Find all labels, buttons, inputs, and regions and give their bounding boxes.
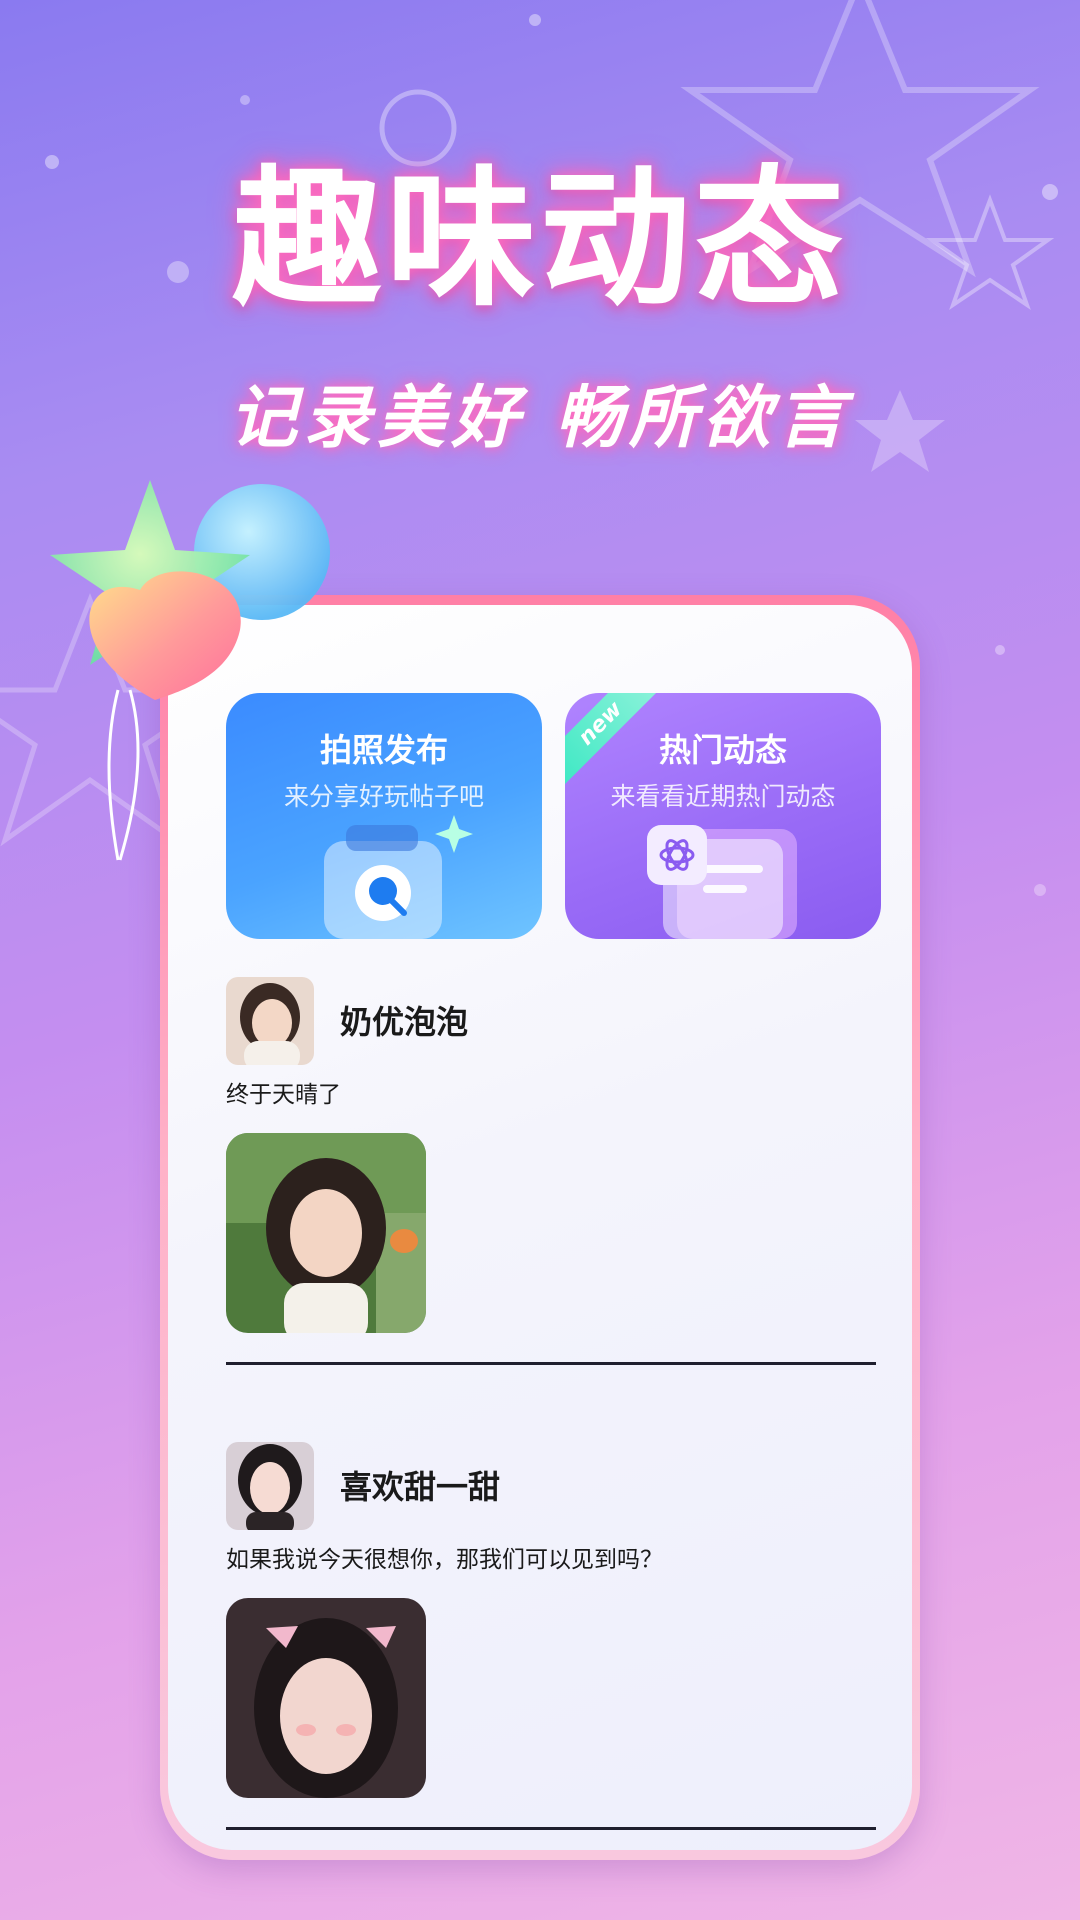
hero-title: 趣味动态 bbox=[231, 153, 848, 327]
post-username[interactable]: 喜欢甜一甜 bbox=[340, 1462, 500, 1508]
balloons-decor bbox=[50, 480, 330, 861]
hot-feed-card[interactable]: new 热门动态 来看看近期热门动态 bbox=[565, 693, 881, 939]
hero-subtitle: 记录美好 畅所欲言 bbox=[229, 379, 851, 458]
post-photo[interactable] bbox=[226, 1133, 426, 1333]
avatar[interactable] bbox=[226, 1442, 314, 1530]
post-divider bbox=[226, 1362, 876, 1365]
post-photo[interactable] bbox=[226, 1598, 426, 1798]
feed-post[interactable]: 喜欢甜一甜 如果我说今天很想你，那我们可以见到吗？ bbox=[226, 1442, 876, 1834]
avatar[interactable] bbox=[226, 977, 314, 1065]
post-caption: 如果我说今天很想你，那我们可以见到吗？ bbox=[226, 1547, 663, 1573]
document-atom-icon bbox=[647, 825, 797, 939]
post-divider bbox=[226, 1827, 876, 1830]
post-caption: 终于天晴了 bbox=[226, 1082, 341, 1108]
feed-post[interactable]: 奶优泡泡 终于天晴了 bbox=[226, 977, 876, 1369]
post-username[interactable]: 奶优泡泡 bbox=[340, 997, 468, 1043]
